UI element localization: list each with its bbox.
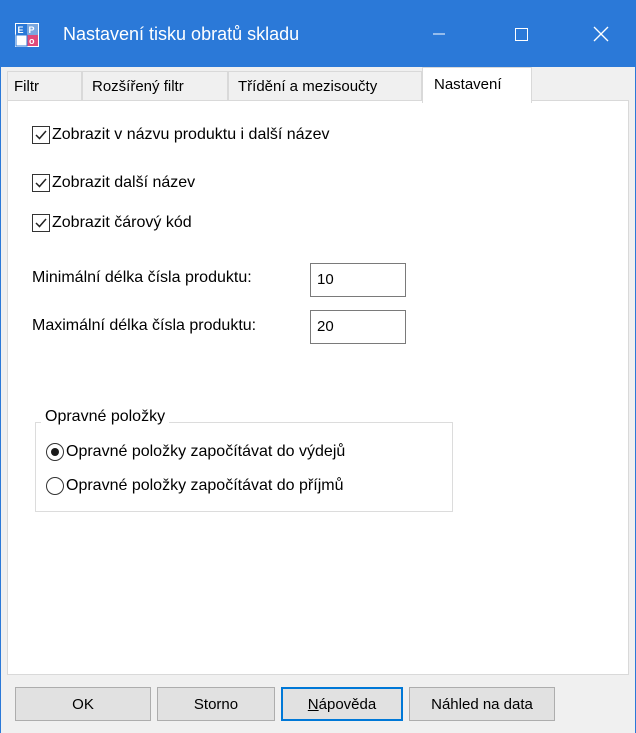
correction-items-group-title: Opravné položky [41,408,170,426]
tab-strip: Filtr Rozšířený filtr Třídění a mezisouč… [1,67,635,103]
checkbox-label: Zobrazit čárový kód [52,214,192,231]
svg-text:E: E [18,25,24,35]
correction-to-issues-radio[interactable]: Opravné položky započítávat do výdejů [46,441,345,463]
checkbox-checked-icon [32,214,50,232]
radio-selected-icon [46,443,64,461]
minimize-icon [433,33,445,35]
show-barcode-checkbox[interactable]: Zobrazit čárový kód [32,212,192,234]
show-other-name-checkbox[interactable]: Zobrazit další název [32,172,195,194]
checkbox-label: Zobrazit další název [52,174,196,191]
max-length-input[interactable]: 20 [310,310,406,344]
checkbox-label: Zobrazit v názvu produktu i další název [52,126,330,143]
close-icon [593,26,609,42]
tab-trideni-a-mezisoucty[interactable]: Třídění a mezisoučty [228,71,422,101]
tab-filtr[interactable]: Filtr [7,71,82,101]
tab-nastaveni[interactable]: Nastavení [422,67,532,103]
help-button-label: ápověda [318,695,377,713]
close-button[interactable] [567,1,635,67]
max-length-label: Maximální délka čísla produktu: [32,317,257,334]
minimize-button[interactable] [405,1,473,67]
svg-text:o: o [29,36,35,46]
svg-text:P: P [29,25,35,35]
maximize-icon [515,28,528,41]
show-other-name-in-product-checkbox[interactable]: Zobrazit v názvu produktu i další název [32,124,329,146]
ok-button[interactable]: OK [15,687,151,721]
app-icon: E P o [15,23,39,47]
button-bar: OK Storno Nápověda Náhled na data [1,677,635,733]
min-length-input[interactable]: 10 [310,263,406,297]
cancel-button[interactable]: Storno [157,687,275,721]
help-button[interactable]: Nápověda [281,687,403,721]
radio-label: Opravné položky započítávat do příjmů [66,477,344,494]
window-title: Nastavení tisku obratů skladu [63,24,300,44]
checkbox-checked-icon [32,174,50,192]
dialog-window: E P o Nastavení tisku obratů skladu Filt… [0,0,636,733]
radio-label: Opravné položky započítávat do výdejů [66,443,346,460]
correction-to-receipts-radio[interactable]: Opravné položky započítávat do příjmů [46,475,343,497]
settings-panel: Zobrazit v názvu produktu i další název … [7,100,629,675]
correction-items-groupbox [35,422,453,512]
radio-unselected-icon [46,477,64,495]
min-length-label: Minimální délka čísla produktu: [32,269,252,286]
tab-rozsireny-filtr[interactable]: Rozšířený filtr [82,71,228,101]
checkbox-checked-icon [32,126,50,144]
maximize-button[interactable] [487,1,555,67]
title-bar[interactable]: E P o Nastavení tisku obratů skladu [1,1,635,67]
help-button-accesskey: N [307,695,319,713]
data-preview-button[interactable]: Náhled na data [409,687,555,721]
